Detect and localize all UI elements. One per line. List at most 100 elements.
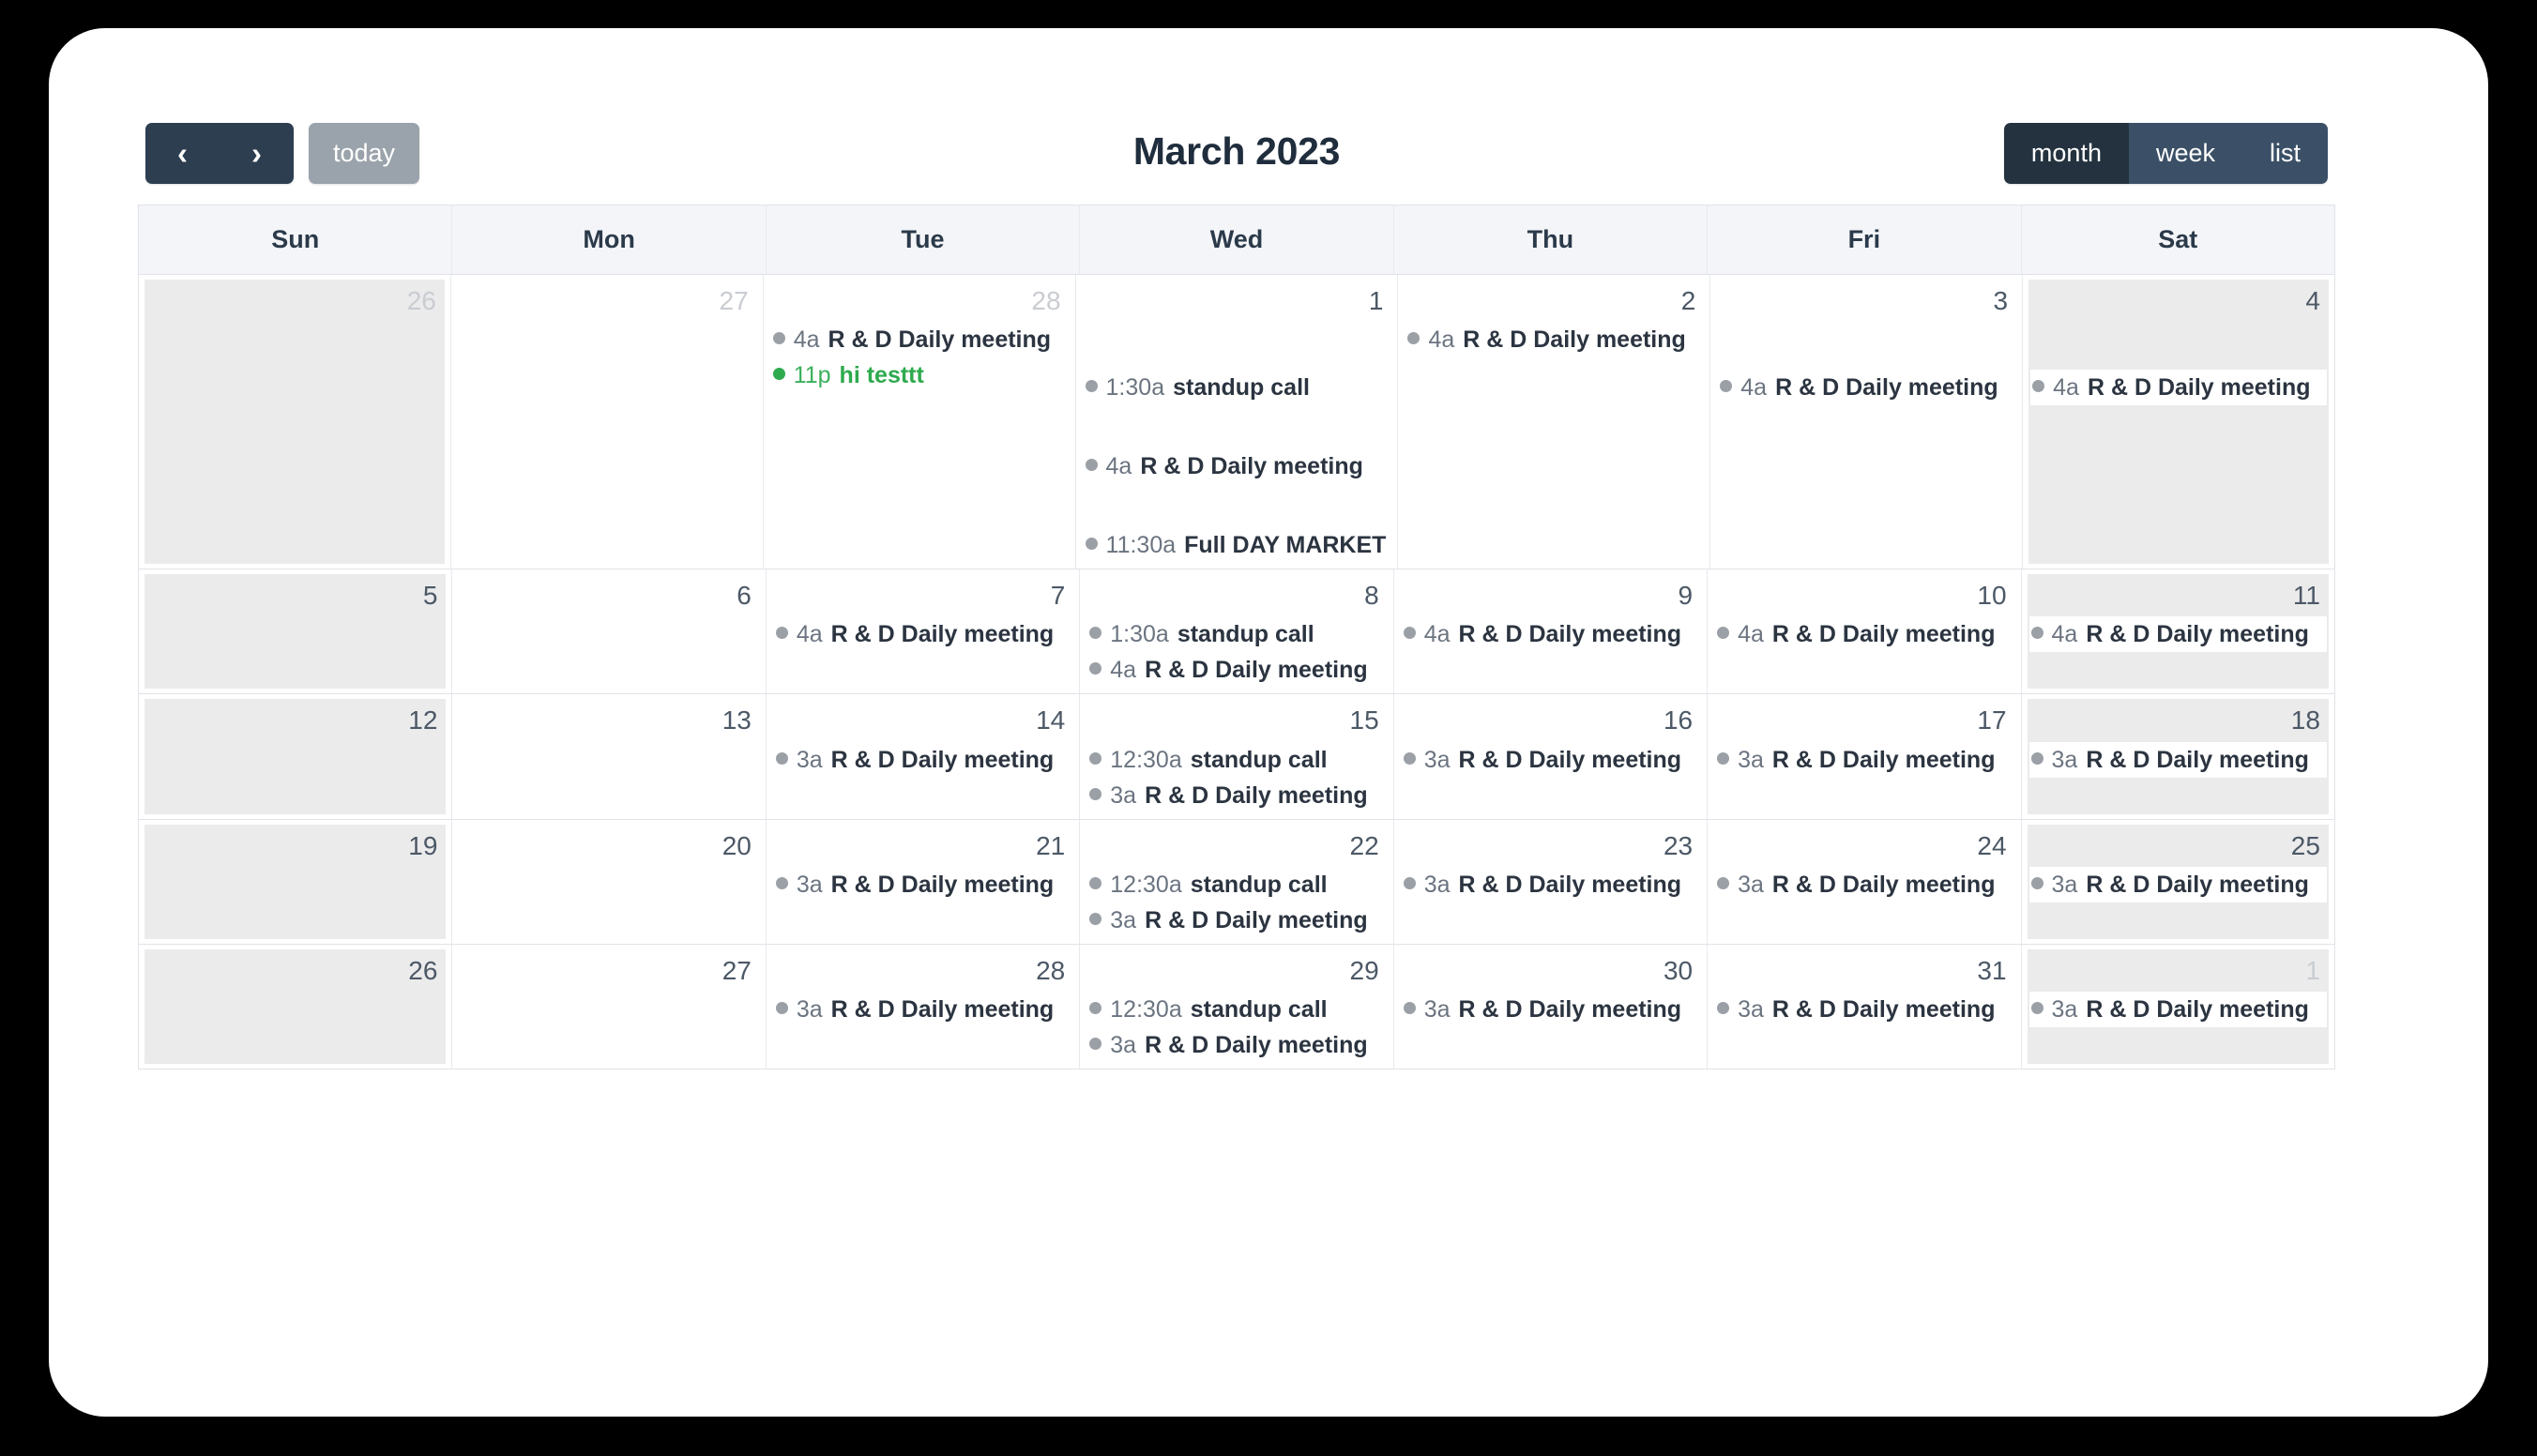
day-number[interactable]: 17 — [1708, 694, 2020, 739]
calendar-event[interactable]: 11:30a Full DAY MARKET — [1084, 527, 1390, 563]
day-number[interactable]: 19 — [139, 820, 451, 865]
day-cell[interactable]: 1 1:30a standup call 4a R & D Daily meeting 1… — [1076, 275, 1399, 569]
day-number[interactable]: 29 — [1080, 945, 1392, 990]
day-number[interactable]: 5 — [139, 569, 451, 614]
calendar-event[interactable]: 4a R & D Daily meeting — [1087, 652, 1385, 688]
calendar-event[interactable]: 1:30a standup call — [1084, 370, 1390, 405]
day-number[interactable]: 15 — [1080, 694, 1392, 739]
calendar-event[interactable]: 3a R & D Daily meeting — [774, 992, 1071, 1027]
day-cell[interactable]: 7 4a R & D Daily meeting — [767, 569, 1081, 694]
day-cell[interactable]: 1 3a R & D Daily meeting — [2022, 945, 2334, 1069]
day-cell[interactable]: 22 12:30a standup call 3a R & D Daily meetin… — [1080, 819, 1394, 944]
day-number[interactable]: 16 — [1394, 694, 1707, 739]
calendar-event[interactable]: 4a R & D Daily meeting — [1402, 616, 1699, 652]
calendar-event[interactable]: 3a R & D Daily meeting — [1402, 992, 1699, 1027]
day-number[interactable]: 28 — [767, 945, 1079, 990]
day-number[interactable]: 6 — [452, 569, 765, 614]
day-cell[interactable]: 30 3a R & D Daily meeting — [1394, 944, 1709, 1069]
calendar-event[interactable]: 3a R & D Daily meeting — [1402, 867, 1699, 902]
day-cell[interactable]: 11 4a R & D Daily meeting — [2022, 569, 2334, 693]
day-number[interactable]: 20 — [452, 820, 765, 865]
calendar-event[interactable]: 3a R & D Daily meeting — [774, 742, 1071, 778]
calendar-event[interactable]: 4a R & D Daily meeting — [774, 616, 1071, 652]
calendar-event[interactable]: 1:30a standup call — [1087, 616, 1385, 652]
calendar-event[interactable]: 3a R & D Daily meeting — [1715, 992, 2013, 1027]
calendar-event[interactable]: 3a R & D Daily meeting — [1402, 742, 1699, 778]
view-button-month[interactable]: month — [2003, 122, 2129, 184]
calendar-event[interactable]: 4a R & D Daily meeting — [771, 322, 1068, 357]
calendar-event[interactable]: 4a R & D Daily meeting — [2028, 616, 2327, 653]
day-number[interactable]: 11 — [2022, 569, 2334, 614]
day-number[interactable]: 23 — [1394, 820, 1707, 865]
day-cell[interactable]: 15 12:30a standup call 3a R & D Daily meetin… — [1080, 694, 1394, 819]
day-number[interactable]: 13 — [452, 694, 765, 739]
day-number[interactable]: 7 — [767, 569, 1079, 614]
calendar-event[interactable]: 4a R & D Daily meeting — [1715, 616, 2013, 652]
day-cell[interactable]: 23 3a R & D Daily meeting — [1394, 819, 1709, 944]
calendar-event[interactable]: 12:30a standup call — [1087, 867, 1385, 902]
view-button-week[interactable]: week — [2128, 122, 2242, 184]
day-number[interactable]: 1 — [2022, 945, 2334, 990]
prev-month-button[interactable]: ‹ — [145, 122, 220, 184]
day-cell[interactable]: 20 — [452, 819, 767, 944]
day-cell[interactable]: 19 — [139, 819, 453, 944]
calendar-event[interactable]: 4a R & D Daily meeting — [2030, 370, 2327, 406]
day-cell[interactable]: 3 4a R & D Daily meeting — [1710, 275, 2024, 569]
day-number[interactable]: 14 — [767, 694, 1079, 739]
day-number[interactable]: 3 — [1710, 275, 2022, 320]
day-cell[interactable]: 5 — [139, 569, 453, 694]
day-number[interactable]: 26 — [139, 275, 450, 320]
day-number[interactable]: 31 — [1708, 945, 2020, 990]
day-cell[interactable]: 28 3a R & D Daily meeting — [767, 944, 1081, 1069]
calendar-event[interactable]: 4a R & D Daily meeting — [1718, 370, 2014, 405]
day-cell[interactable]: 16 3a R & D Daily meeting — [1394, 694, 1709, 819]
day-cell[interactable]: 25 3a R & D Daily meeting — [2022, 820, 2334, 944]
day-number[interactable]: 4 — [2023, 275, 2334, 320]
day-number[interactable]: 22 — [1080, 820, 1392, 865]
calendar-event[interactable]: 3a R & D Daily meeting — [2028, 866, 2327, 902]
day-cell[interactable]: 17 3a R & D Daily meeting — [1708, 694, 2022, 819]
day-number[interactable]: 8 — [1080, 569, 1392, 614]
day-cell[interactable]: 10 4a R & D Daily meeting — [1708, 569, 2022, 694]
day-number[interactable]: 27 — [451, 275, 763, 320]
day-cell[interactable]: 2 4a R & D Daily meeting — [1398, 275, 1711, 569]
day-cell[interactable]: 13 — [452, 694, 767, 819]
day-cell[interactable]: 21 3a R & D Daily meeting — [767, 819, 1081, 944]
day-cell[interactable]: 4 4a R & D Daily meeting — [2023, 275, 2334, 569]
day-number[interactable]: 30 — [1394, 945, 1707, 990]
day-number[interactable]: 21 — [767, 820, 1079, 865]
day-number[interactable]: 2 — [1398, 275, 1709, 320]
day-number[interactable]: 28 — [764, 275, 1075, 320]
day-cell[interactable]: 24 3a R & D Daily meeting — [1708, 819, 2022, 944]
day-cell[interactable]: 26 — [139, 944, 453, 1069]
day-cell[interactable]: 12 — [139, 694, 453, 819]
calendar-event[interactable]: 11p hi testtt — [771, 357, 1068, 393]
day-cell[interactable]: 31 3a R & D Daily meeting — [1708, 944, 2022, 1069]
calendar-event[interactable]: 12:30a standup call — [1087, 992, 1385, 1027]
calendar-event[interactable]: 3a R & D Daily meeting — [1087, 778, 1385, 813]
calendar-event[interactable]: 12:30a standup call — [1087, 742, 1385, 778]
day-number[interactable]: 26 — [139, 945, 451, 990]
day-number[interactable]: 12 — [139, 694, 451, 739]
day-number[interactable]: 18 — [2022, 694, 2334, 739]
calendar-event[interactable]: 3a R & D Daily meeting — [1715, 742, 2013, 778]
day-number[interactable]: 25 — [2022, 820, 2334, 865]
next-month-button[interactable]: › — [220, 122, 294, 184]
day-cell[interactable]: 6 — [452, 569, 767, 694]
day-cell[interactable]: 8 1:30a standup call 4a R & D Daily meeting — [1080, 569, 1394, 694]
day-cell[interactable]: 28 4a R & D Daily meeting 11p hi testtt — [764, 275, 1076, 569]
calendar-event[interactable]: 4a R & D Daily meeting — [1405, 322, 1702, 357]
view-button-list[interactable]: list — [2242, 122, 2328, 184]
calendar-event[interactable]: 4a R & D Daily meeting — [1084, 448, 1390, 484]
calendar-event[interactable]: 3a R & D Daily meeting — [2028, 741, 2327, 778]
day-number[interactable]: 27 — [452, 945, 765, 990]
day-number[interactable]: 1 — [1076, 275, 1398, 320]
day-cell[interactable]: 29 12:30a standup call 3a R & D Daily meetin… — [1080, 944, 1394, 1069]
calendar-event[interactable]: 3a R & D Daily meeting — [1715, 867, 2013, 902]
day-cell[interactable]: 18 3a R & D Daily meeting — [2022, 694, 2334, 818]
day-cell[interactable]: 27 — [451, 275, 764, 569]
calendar-event[interactable]: 3a R & D Daily meeting — [774, 867, 1071, 902]
day-number[interactable]: 9 — [1394, 569, 1707, 614]
today-button[interactable]: today — [309, 122, 420, 184]
calendar-event[interactable]: 3a R & D Daily meeting — [2028, 991, 2327, 1027]
